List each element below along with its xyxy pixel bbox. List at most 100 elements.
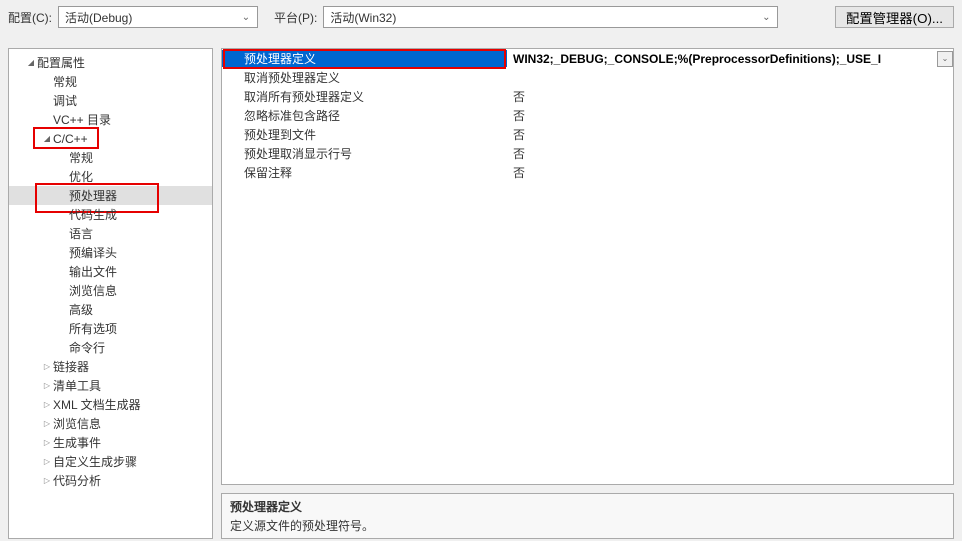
tree-expand-icon[interactable] — [41, 133, 53, 144]
tree-item[interactable]: 浏览信息 — [9, 414, 212, 433]
property-value[interactable]: 否 — [507, 107, 953, 124]
tree-item-label: 生成事件 — [53, 434, 101, 451]
tree-item-label: 高级 — [69, 301, 93, 318]
tree-item-label: 预处理器 — [69, 187, 117, 204]
property-label: 预处理器定义 — [222, 50, 507, 67]
tree-item-label: 浏览信息 — [53, 415, 101, 432]
tree-collapse-icon[interactable] — [41, 380, 53, 391]
property-row[interactable]: 保留注释否 — [222, 163, 953, 182]
property-row[interactable]: 预处理取消显示行号否 — [222, 144, 953, 163]
tree-item[interactable]: 代码生成 — [9, 205, 212, 224]
tree-collapse-icon[interactable] — [41, 418, 53, 429]
tree-item-label: XML 文档生成器 — [53, 396, 141, 413]
tree-item-label: 命令行 — [69, 339, 105, 356]
property-row[interactable]: 取消预处理器定义 — [222, 68, 953, 87]
tree-item-label: 清单工具 — [53, 377, 101, 394]
tree-expand-icon[interactable] — [25, 57, 37, 68]
platform-combobox-text: 活动(Win32) — [330, 9, 759, 26]
tree-item[interactable]: 语言 — [9, 224, 212, 243]
config-manager-button[interactable]: 配置管理器(O)... — [835, 6, 954, 28]
tree-item[interactable]: 常规 — [9, 72, 212, 91]
tree-item[interactable]: 调试 — [9, 91, 212, 110]
tree-item[interactable]: 清单工具 — [9, 376, 212, 395]
tree-item[interactable]: 输出文件 — [9, 262, 212, 281]
tree-item-label: 输出文件 — [69, 263, 117, 280]
property-row[interactable]: 取消所有预处理器定义否 — [222, 87, 953, 106]
config-label: 配置(C): — [8, 9, 52, 26]
property-value[interactable]: 否 — [507, 164, 953, 181]
tree-item-label: 常规 — [69, 149, 93, 166]
tree-item[interactable]: 代码分析 — [9, 471, 212, 490]
property-row[interactable]: 忽略标准包含路径否 — [222, 106, 953, 125]
property-label: 保留注释 — [222, 164, 507, 181]
tree-item[interactable]: VC++ 目录 — [9, 110, 212, 129]
tree-item[interactable]: 链接器 — [9, 357, 212, 376]
tree-item[interactable]: 预编译头 — [9, 243, 212, 262]
tree-item[interactable]: 命令行 — [9, 338, 212, 357]
tree-item-label: 优化 — [69, 168, 93, 185]
tree-item[interactable]: 优化 — [9, 167, 212, 186]
tree-item[interactable]: XML 文档生成器 — [9, 395, 212, 414]
description-title: 预处理器定义 — [230, 498, 945, 515]
property-value-text: WIN32;_DEBUG;_CONSOLE;%(PreprocessorDefi… — [513, 52, 935, 66]
description-text: 定义源文件的预处理符号。 — [230, 517, 945, 534]
property-value[interactable]: WIN32;_DEBUG;_CONSOLE;%(PreprocessorDefi… — [507, 51, 953, 67]
tree-collapse-icon[interactable] — [41, 361, 53, 372]
tree-item[interactable]: 生成事件 — [9, 433, 212, 452]
property-value[interactable]: 否 — [507, 145, 953, 162]
tree-item[interactable]: C/C++ — [9, 129, 212, 148]
tree-item-label: 浏览信息 — [69, 282, 117, 299]
property-label: 忽略标准包含路径 — [222, 107, 507, 124]
config-combobox[interactable]: 活动(Debug) ⌄ — [58, 6, 258, 28]
description-panel: 预处理器定义 定义源文件的预处理符号。 — [221, 493, 954, 539]
dropdown-icon[interactable]: ⌄ — [937, 51, 953, 67]
tree-item-label: 代码生成 — [69, 206, 117, 223]
property-label: 取消所有预处理器定义 — [222, 88, 507, 105]
property-value-text: 否 — [513, 88, 953, 105]
chevron-down-icon: ⌄ — [759, 12, 773, 23]
tree-item-label: 所有选项 — [69, 320, 117, 337]
tree-item-label: 链接器 — [53, 358, 89, 375]
platform-label: 平台(P): — [274, 9, 317, 26]
tree-root[interactable]: 配置属性 — [9, 53, 212, 72]
property-row[interactable]: 预处理器定义 WIN32;_DEBUG;_CONSOLE;%(Preprocess… — [222, 49, 953, 68]
property-grid[interactable]: 预处理器定义 WIN32;_DEBUG;_CONSOLE;%(Preprocess… — [221, 48, 954, 485]
tree-item-label: 常规 — [53, 73, 77, 90]
highlight-box — [223, 49, 506, 69]
property-label: 预处理取消显示行号 — [222, 145, 507, 162]
tree-item-label: 预编译头 — [69, 244, 117, 261]
top-toolbar: 配置(C): 活动(Debug) ⌄ 平台(P): 活动(Win32) ⌄ 配置… — [0, 0, 962, 34]
property-value[interactable]: 否 — [507, 126, 953, 143]
tree-item[interactable]: 所有选项 — [9, 319, 212, 338]
tree-collapse-icon[interactable] — [41, 456, 53, 467]
tree-item[interactable]: 常规 — [9, 148, 212, 167]
right-panel: 预处理器定义 WIN32;_DEBUG;_CONSOLE;%(Preprocess… — [221, 48, 954, 539]
property-value-text: 否 — [513, 145, 953, 162]
property-tree[interactable]: 配置属性 常规调试VC++ 目录C/C++常规优化预处理器代码生成语言预编译头输… — [8, 48, 213, 539]
tree-collapse-icon[interactable] — [41, 437, 53, 448]
tree-item-label: VC++ 目录 — [53, 111, 111, 128]
tree-item-label: 语言 — [69, 225, 93, 242]
tree-item[interactable]: 预处理器 — [9, 186, 212, 205]
tree-item[interactable]: 浏览信息 — [9, 281, 212, 300]
main-area: 配置属性 常规调试VC++ 目录C/C++常规优化预处理器代码生成语言预编译头输… — [0, 34, 962, 539]
tree-item-label: 代码分析 — [53, 472, 101, 489]
tree-root-label: 配置属性 — [37, 54, 85, 71]
config-combobox-text: 活动(Debug) — [65, 9, 239, 26]
property-label: 预处理到文件 — [222, 126, 507, 143]
platform-combobox[interactable]: 活动(Win32) ⌄ — [323, 6, 778, 28]
property-row[interactable]: 预处理到文件否 — [222, 125, 953, 144]
property-value[interactable]: 否 — [507, 88, 953, 105]
property-value-text: 否 — [513, 107, 953, 124]
property-label: 取消预处理器定义 — [222, 69, 507, 86]
tree-item-label: C/C++ — [53, 132, 88, 146]
chevron-down-icon: ⌄ — [239, 12, 253, 23]
property-value-text: 否 — [513, 164, 953, 181]
tree-item-label: 调试 — [53, 92, 77, 109]
tree-collapse-icon[interactable] — [41, 399, 53, 410]
tree-item[interactable]: 高级 — [9, 300, 212, 319]
tree-item[interactable]: 自定义生成步骤 — [9, 452, 212, 471]
property-value-text: 否 — [513, 126, 953, 143]
tree-collapse-icon[interactable] — [41, 475, 53, 486]
tree-item-label: 自定义生成步骤 — [53, 453, 137, 470]
